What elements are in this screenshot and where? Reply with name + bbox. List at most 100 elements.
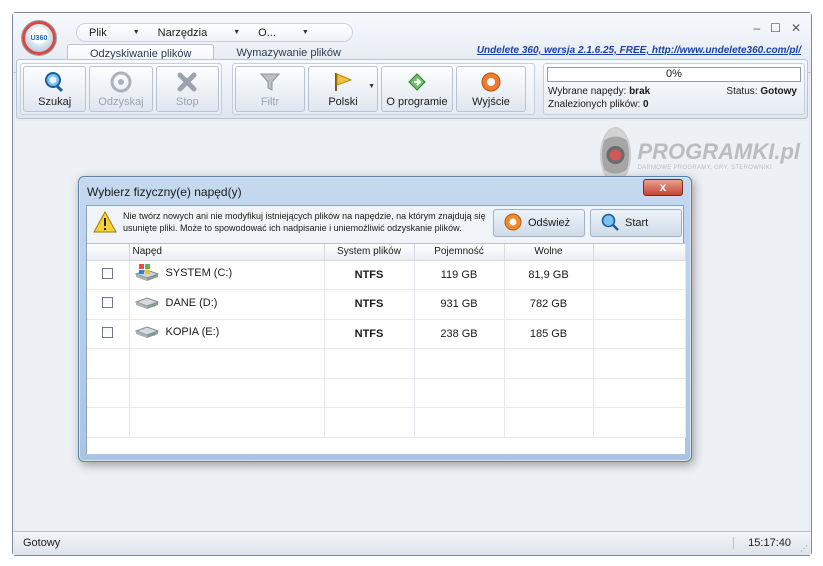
drive-filesystem: NTFS [324,289,415,320]
windows-drive-icon [134,264,159,282]
status-line: Status: Gotowy [726,86,797,97]
app-logo-button[interactable]: U360 [22,21,56,55]
recover-label: Odzyskaj [98,96,144,108]
selected-drives-label: Wybrane napędy: [548,86,627,97]
exit-button[interactable]: Wyjście [456,66,526,112]
ribbon-group-search: Szukaj Odzyskaj Stop [20,63,222,115]
stop-button[interactable]: Stop [155,66,219,112]
table-row[interactable]: DANE (D:) NTFS 931 GB 782 GB [87,289,686,320]
table-row[interactable]: KOPIA (E:) NTFS 238 GB 185 GB [87,319,686,349]
search-label: Szukaj [38,96,72,108]
drive-filesystem: NTFS [324,319,415,349]
recover-button[interactable]: Odzyskaj [89,66,153,112]
search-button[interactable]: Szukaj [23,66,87,112]
drive-table: Napęd System plików Pojemność Wolne SYST… [87,243,686,454]
status-bar: Gotowy 15:17:40 ⋰ [13,531,811,555]
column-header-select [87,244,130,261]
stop-label: Stop [176,96,199,108]
watermark-title: PROGRAMKI.pl [637,139,800,164]
hard-drive-icon [134,297,159,309]
start-button[interactable]: Start [590,209,682,237]
watermark-subtitle: DARMOWE PROGRAMY, GRY, STEROWNIKI [637,165,773,171]
about-label: O programie [386,96,448,108]
dialog-body: Nie twórz nowych ani nie modyfikuj istni… [86,205,686,454]
warning-row: Nie twórz nowych ani nie modyfikuj istni… [87,206,683,242]
window-controls: – ☐ ✕ [753,21,801,35]
drive-cell: DANE (D:) [134,294,218,312]
drive-cell: KOPIA (E:) [134,323,220,341]
filter-button[interactable]: Filtr [235,66,305,112]
recover-icon [109,71,133,93]
menu-about-label: O... [258,26,276,39]
empty-row [87,407,686,438]
resize-grip-icon[interactable]: ⋰ [800,544,808,553]
menu-bar: Plik ▼ Narzędzia ▼ O... ▼ [76,23,353,42]
about-button[interactable]: O programie [381,66,453,112]
selected-drives-line: Wybrane napędy: brak [548,86,650,97]
language-button[interactable]: Polski ▼ [308,66,378,112]
minimize-icon[interactable]: – [753,21,760,35]
column-header-free[interactable]: Wolne [504,244,594,261]
dialog-close-button[interactable]: x [643,179,683,196]
selected-drives-value: brak [629,86,651,97]
table-row[interactable]: SYSTEM (C:) NTFS 119 GB 81,9 GB [87,260,686,290]
exit-icon [479,71,503,93]
drive-capacity: 119 GB [414,260,505,290]
chevron-down-icon[interactable]: ▼ [368,83,375,90]
status-value: Gotowy [760,86,797,97]
maximize-icon[interactable]: ☐ [770,21,781,35]
app-logo-text: U360 [30,34,48,42]
refresh-icon [504,213,522,234]
empty-row [87,348,686,379]
warning-text: Nie twórz nowych ani nie modyfikuj istni… [123,211,486,233]
hard-drive-icon [134,326,159,339]
drive-free: 185 GB [504,319,594,349]
progress-text: 0% [666,68,682,80]
menu-plik[interactable]: Plik ▼ [89,27,140,39]
info-arrow-icon [405,71,429,93]
status-bar-text: Gotowy [23,537,61,549]
filter-label: Filtr [260,96,280,108]
status-panel: 0% Wybrane napędy: brak Znalezionych pli… [543,63,805,115]
column-header-drive[interactable]: Napęd [129,244,325,261]
refresh-button[interactable]: Odśwież [493,209,585,237]
menu-narzedzia-label: Narzędzia [157,26,208,39]
search-icon [601,213,619,234]
found-files-label: Znalezionych plików: [548,99,641,110]
column-header-capacity[interactable]: Pojemność [414,244,505,261]
drive-checkbox[interactable] [102,297,114,309]
select-drive-dialog: Wybierz fizyczny(e) napęd(y) x Nie twórz… [78,176,692,462]
column-header-spacer [593,244,686,261]
refresh-label: Odśwież [528,217,571,229]
drive-name: DANE (D:) [165,296,218,309]
column-header-filesystem[interactable]: System plików [324,244,415,261]
progress-bar: 0% [547,67,801,82]
start-label: Start [625,217,649,229]
close-icon[interactable]: ✕ [791,21,801,35]
found-files-line: Znalezionych plików: 0 [548,99,649,110]
chevron-down-icon: ▼ [301,29,309,36]
drive-checkbox[interactable] [102,326,114,338]
chevron-down-icon: ▼ [233,29,241,36]
watermark-text: PROGRAMKI.pl DARMOWE PROGRAMY, GRY, STER… [637,139,800,171]
drive-name: SYSTEM (C:) [165,267,233,280]
drive-filesystem: NTFS [324,260,415,290]
menu-about[interactable]: O... ▼ [258,27,309,39]
language-label: Polski [328,96,358,108]
table-header-row: Napęd System plików Pojemność Wolne [87,244,686,261]
menu-plik-label: Plik [89,26,107,39]
status-bar-time: 15:17:40 [733,537,791,549]
website-link[interactable]: Undelete 360, wersja 2.1.6.25, FREE, htt… [477,45,801,56]
drive-capacity: 238 GB [414,319,505,349]
drive-name: KOPIA (E:) [165,326,220,339]
filter-icon [258,71,282,93]
menu-narzedzia[interactable]: Narzędzia ▼ [158,27,240,39]
drive-checkbox[interactable] [102,267,114,279]
warning-icon [93,210,117,236]
chevron-down-icon: ▼ [132,29,140,36]
status-label: Status: [726,86,758,97]
watermark-lens-icon [600,127,632,183]
exit-label: Wyjście [472,96,510,108]
flag-icon [331,71,355,93]
close-icon: x [659,180,667,194]
